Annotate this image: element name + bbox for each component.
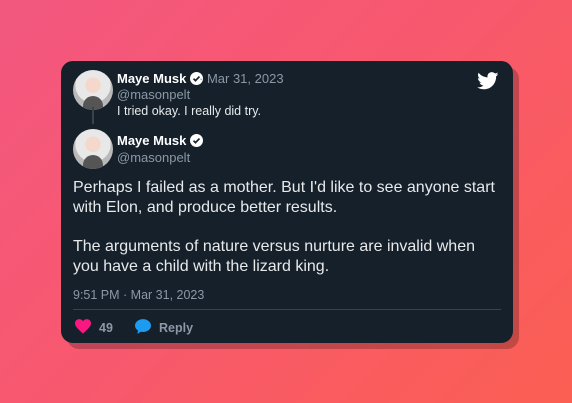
reply-bubble-icon: [135, 319, 151, 337]
author-handle[interactable]: @masonpelt: [117, 87, 190, 102]
avatar[interactable]: [73, 129, 113, 169]
thread-connector-line: [92, 107, 94, 124]
divider: [73, 309, 501, 310]
heart-icon: [75, 319, 91, 337]
tweet-card: Maye Musk · Mar 31, 2023 @masonpelt I tr…: [61, 61, 513, 343]
author-name[interactable]: Maye Musk: [117, 71, 204, 88]
twitter-bird-icon[interactable]: [477, 72, 499, 95]
tweet-timestamp[interactable]: 9:51 PM · Mar 31, 2023: [73, 288, 204, 302]
tweet-body: Perhaps I failed as a mother. But I'd li…: [73, 178, 501, 296]
like-button[interactable]: 49: [75, 319, 113, 337]
author-name-text: Maye Musk: [117, 133, 187, 148]
author-name-text: Maye Musk: [117, 71, 187, 86]
quoted-tweet-text: I tried okay. I really did try.: [117, 104, 262, 118]
reply-label: Reply: [159, 321, 194, 335]
verified-badge-icon: [190, 134, 204, 150]
author-name[interactable]: Maye Musk: [117, 133, 204, 150]
tweet-paragraph: The arguments of nature versus nurture a…: [73, 238, 475, 275]
author-handle[interactable]: @masonpelt: [117, 150, 190, 165]
like-count: 49: [99, 321, 113, 335]
avatar[interactable]: [73, 70, 113, 110]
reply-button[interactable]: Reply: [135, 319, 193, 337]
tweet-date[interactable]: · Mar 31, 2023: [199, 71, 284, 86]
tweet-paragraph: Perhaps I failed as a mother. But I'd li…: [73, 179, 495, 216]
